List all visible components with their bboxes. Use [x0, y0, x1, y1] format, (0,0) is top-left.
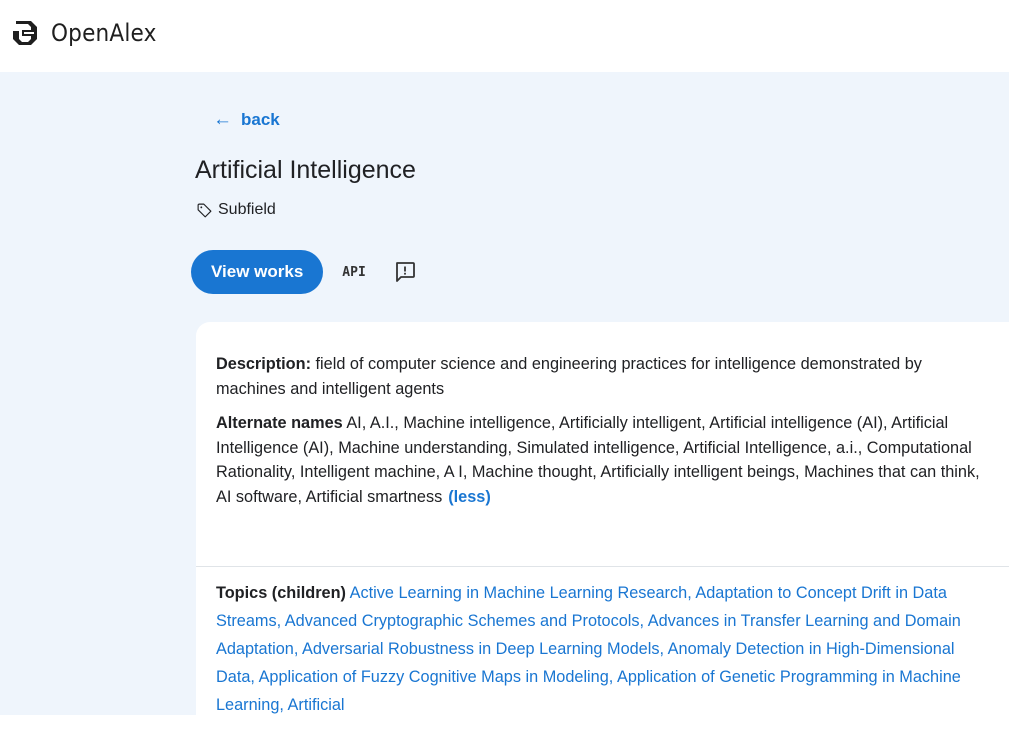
feedback-button[interactable]: [390, 257, 420, 287]
alternate-names-label: Alternate names: [216, 414, 343, 432]
entity-type-label: Subfield: [218, 201, 276, 218]
topic-link[interactable]: Adversarial Robustness in Deep Learning …: [302, 640, 659, 658]
alternate-name-item: Intelligent machine: [299, 463, 436, 481]
alternate-name-item: Artificially intelligent beings: [600, 463, 795, 481]
back-link[interactable]: ← back: [213, 109, 280, 131]
topic-link[interactable]: Artificial: [288, 696, 345, 714]
alternate-name-item: AI software: [216, 487, 298, 506]
back-label: back: [241, 110, 280, 129]
alternate-names-block: Alternate names AI, A.I., Machine intell…: [216, 411, 988, 509]
details-body: Description: field of computer science a…: [216, 352, 988, 519]
topic-separator: ,: [279, 696, 288, 714]
alternate-name-item: A.I.: [369, 414, 395, 432]
view-works-button[interactable]: View works: [191, 250, 324, 294]
topic-separator: ,: [659, 640, 668, 658]
main-content: ← back Artificial Intelligence Subfield …: [0, 72, 1009, 742]
top-bar: OpenAlex: [0, 0, 1009, 72]
alternate-name-item: Artificial smartness: [305, 487, 443, 506]
api-button[interactable]: API: [340, 259, 367, 286]
alternate-name-item: Machine understanding: [338, 438, 508, 457]
alternate-name-item: Machine intelligence: [403, 414, 551, 432]
alternate-name-item: Machines that can think: [804, 463, 976, 481]
alternate-name-item: A I: [443, 463, 463, 481]
openalex-logo-icon: [13, 21, 37, 45]
topic-separator: ,: [608, 668, 617, 686]
alternate-name-item: Simulated intelligence: [516, 438, 675, 457]
topic-link[interactable]: Application of Fuzzy Cognitive Maps in M…: [259, 668, 609, 686]
openalex-logo-link[interactable]: OpenAlex: [10, 16, 168, 50]
details-card: Description: field of computer science a…: [196, 322, 1009, 742]
alternate-name-item: Artificially intelligent: [559, 414, 702, 432]
topic-separator: ,: [250, 668, 259, 686]
topic-link[interactable]: Active Learning in Machine Learning Rese…: [350, 584, 688, 602]
action-bar: View works API: [191, 250, 420, 294]
arrow-left-icon: ←: [213, 109, 232, 130]
topic-separator: ,: [293, 640, 303, 658]
logo-text: OpenAlex: [51, 19, 157, 47]
topic-separator: ,: [276, 612, 285, 630]
divider: [196, 566, 1009, 567]
alternate-name-item: Artificial Intelligence, a.i.: [683, 438, 858, 457]
topics-block: Topics (children) Active Learning in Mac…: [216, 579, 988, 719]
topic-separator: ,: [639, 612, 648, 630]
description-text: field of computer science and engineerin…: [216, 355, 922, 398]
alternate-name-item: Artificial intelligence (AI): [709, 414, 884, 432]
topics-label: Topics (children): [216, 584, 346, 602]
topic-link[interactable]: Advanced Cryptographic Schemes and Proto…: [285, 612, 640, 630]
page-title: Artificial Intelligence: [195, 156, 416, 184]
feedback-icon: [395, 262, 415, 282]
alternate-name-item: AI: [346, 414, 362, 432]
description-label: Description:: [216, 355, 311, 373]
alternate-name-item: Machine thought: [471, 463, 593, 481]
less-toggle[interactable]: (less): [448, 488, 491, 506]
description-block: Description: field of computer science a…: [216, 352, 988, 401]
tag-icon: [197, 203, 212, 217]
entity-type: Subfield: [196, 201, 276, 219]
topics-list: Active Learning in Machine Learning Rese…: [216, 584, 961, 714]
